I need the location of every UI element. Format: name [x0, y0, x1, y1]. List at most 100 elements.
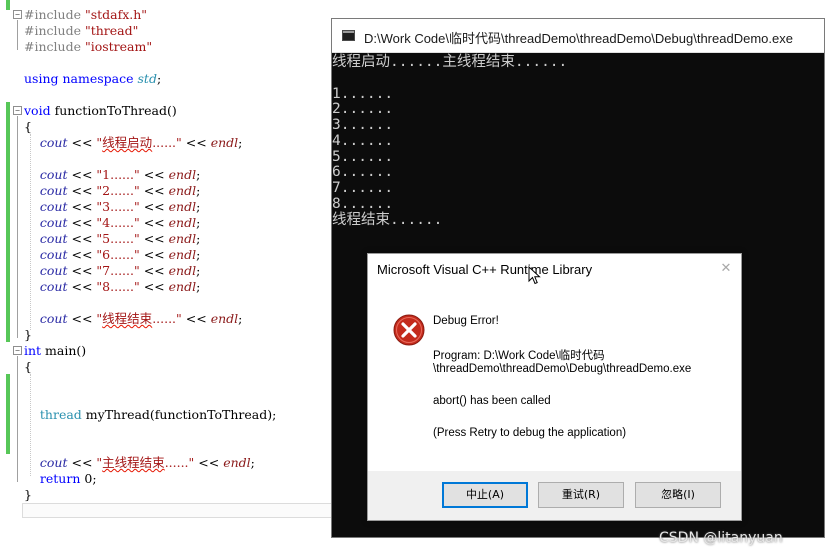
code-line: cout << "7......" << endl; — [24, 263, 200, 279]
code-token: ; — [196, 199, 201, 214]
dialog-heading: Debug Error! — [433, 315, 499, 327]
fold-toggle-include[interactable]: − — [13, 10, 22, 19]
error-dialog[interactable]: Microsoft Visual C++ Runtime Library ✕ D… — [367, 253, 742, 521]
code-token: std — [137, 71, 157, 86]
code-line: } — [24, 487, 32, 503]
code-token: << — [67, 135, 97, 150]
code-token: endl — [168, 247, 197, 262]
code-token: 线程启动 — [102, 135, 153, 150]
code-token: { — [24, 359, 32, 374]
code-token: cout — [39, 199, 68, 214]
code-token: main() — [41, 343, 87, 358]
code-token: cout — [39, 311, 68, 326]
close-icon[interactable]: ✕ — [715, 259, 737, 279]
code-token: 主线程结束 — [102, 455, 165, 470]
error-icon — [393, 314, 425, 346]
code-token: endl — [168, 279, 197, 294]
code-line: #include "iostream" — [24, 39, 152, 55]
code-token: << — [67, 279, 97, 294]
dialog-content: Debug Error! Program: D:\Work Code\临时代码 … — [368, 286, 741, 471]
code-token: "stdafx.h" — [84, 7, 148, 22]
code-token: ; — [238, 311, 243, 326]
code-token: << — [67, 263, 97, 278]
code-token: "6......" — [96, 247, 140, 262]
code-token: ; — [156, 71, 162, 86]
console-line: 7...... — [332, 180, 394, 196]
code-token: cout — [39, 167, 68, 182]
fold-toggle-function[interactable]: − — [13, 106, 22, 115]
code-token: #include — [24, 7, 85, 22]
code-token: ......" — [152, 135, 182, 150]
horizontal-scrollbar[interactable] — [22, 503, 342, 518]
code-token: 线程结束 — [102, 311, 153, 326]
code-token: << — [194, 455, 224, 470]
dialog-program-line2: \threadDemo\threadDemo\Debug\threadDemo.… — [433, 363, 692, 375]
code-token: << — [139, 199, 169, 214]
code-token: cout — [39, 455, 68, 470]
code-line: { — [24, 359, 32, 375]
code-token: "5......" — [96, 231, 140, 246]
dialog-program-line1: Program: D:\Work Code\临时代码 — [433, 350, 605, 362]
code-token: "2......" — [96, 183, 140, 198]
console-line: 8...... — [332, 195, 394, 212]
code-token: endl — [168, 199, 197, 214]
code-token: << — [139, 215, 169, 230]
code-token: #include — [24, 23, 85, 38]
code-token: "8......" — [96, 279, 140, 294]
code-token: void — [24, 103, 51, 118]
code-token: endl — [168, 167, 197, 182]
console-title: D:\Work Code\临时代码\threadDemo\threadDemo\… — [364, 31, 793, 46]
ignore-button[interactable]: 忽略(I) — [635, 482, 721, 508]
code-token: return — [39, 471, 81, 486]
code-line: { — [24, 119, 32, 135]
code-token: ......" — [152, 311, 182, 326]
code-line: cout << "主线程结束......" << endl; — [24, 455, 255, 471]
console-line: 1...... — [332, 85, 394, 102]
code-token: << — [67, 215, 97, 230]
code-token: << — [67, 455, 97, 470]
console-app-icon — [342, 30, 355, 41]
code-token: << — [67, 167, 97, 182]
retry-button[interactable]: 重试(R) — [538, 482, 624, 508]
code-token: } — [24, 327, 32, 342]
code-token: ; — [196, 231, 201, 246]
code-token: #include — [24, 39, 85, 54]
fold-toggle-main[interactable]: − — [13, 346, 22, 355]
watermark: CSDN @litanyuan — [659, 530, 783, 546]
fold-guide-main — [17, 356, 18, 482]
code-line: cout << "4......" << endl; — [24, 215, 200, 231]
fold-guide-function — [17, 116, 18, 338]
code-token: { — [24, 119, 32, 134]
code-token: endl — [168, 263, 197, 278]
dialog-titlebar[interactable]: Microsoft Visual C++ Runtime Library ✕ — [368, 254, 741, 286]
change-marker-main — [6, 374, 10, 454]
console-titlebar[interactable]: D:\Work Code\临时代码\threadDemo\threadDemo\… — [332, 19, 824, 53]
abort-button[interactable]: 中止(A) — [442, 482, 528, 508]
console-line: 2...... — [332, 101, 394, 118]
code-token: cout — [39, 247, 68, 262]
change-marker-top — [6, 0, 10, 10]
change-marker-function — [6, 102, 10, 342]
code-token: using — [24, 71, 59, 86]
code-line: int main() — [24, 343, 86, 359]
code-token: "iostream" — [84, 39, 153, 54]
code-line: return 0; — [24, 471, 97, 487]
code-token: functionToThread() — [50, 103, 177, 118]
dialog-hint: (Press Retry to debug the application) — [433, 427, 627, 439]
code-token: cout — [39, 215, 68, 230]
console-line: 3...... — [332, 117, 394, 133]
code-token: ; — [238, 135, 243, 150]
code-token: ; — [196, 167, 201, 182]
code-token: cout — [39, 279, 68, 294]
code-line: cout << "2......" << endl; — [24, 183, 200, 199]
dialog-message: abort() has been called — [433, 395, 551, 407]
code-token: endl — [168, 183, 197, 198]
